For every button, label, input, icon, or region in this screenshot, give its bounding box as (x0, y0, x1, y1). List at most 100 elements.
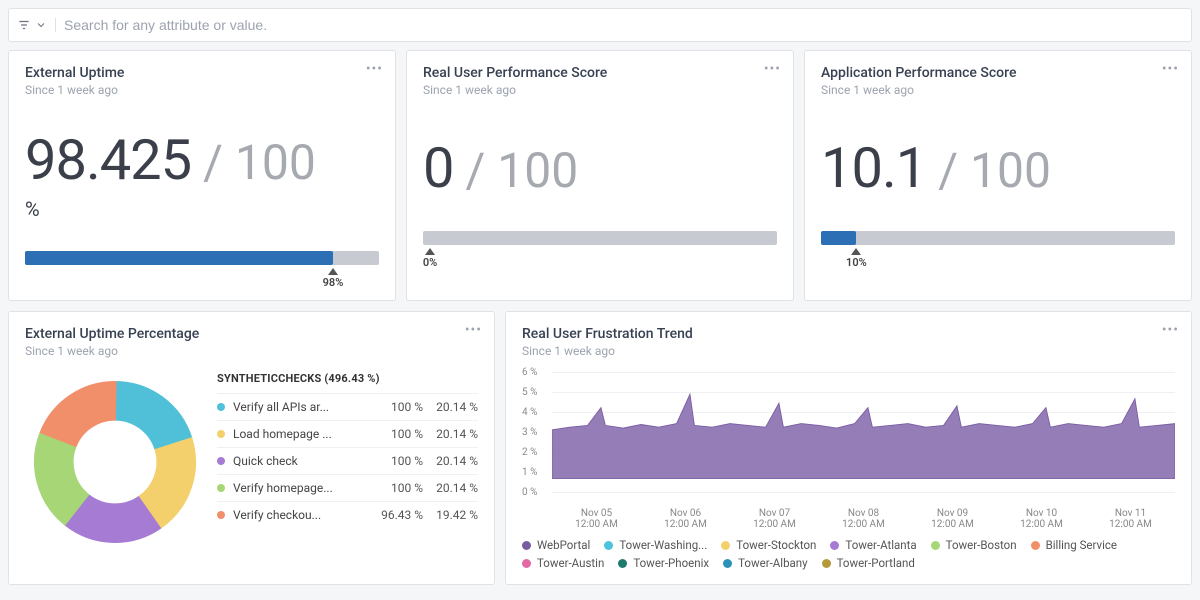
card-menu[interactable]: ••• (465, 322, 482, 338)
legend-dot (217, 403, 225, 411)
legend-row[interactable]: Quick check100 %20.14 % (217, 447, 478, 474)
trend-legend: WebPortal Tower-Washing... Tower-Stockton T… (522, 538, 1175, 570)
y-tick-label: 6 % (522, 367, 537, 378)
card-subtitle: Since 1 week ago (25, 83, 379, 97)
legend-value: 100 % (375, 454, 423, 468)
metric-divider: / (465, 142, 485, 199)
card-app-score: ••• Application Performance Score Since … (804, 50, 1192, 301)
marker-label: 98% (323, 276, 344, 289)
search-input[interactable] (64, 17, 1183, 33)
legend-name: Verify homepage... (233, 481, 375, 495)
legend-row[interactable]: Load homepage ...100 %20.14 % (217, 420, 478, 447)
legend-dot (217, 430, 225, 438)
legend-item[interactable]: Billing Service (1031, 538, 1117, 552)
legend-dot (723, 559, 732, 568)
legend-value: 100 % (375, 481, 423, 495)
card-title: Application Performance Score (821, 65, 1175, 81)
legend-dot (522, 559, 531, 568)
marker-icon (328, 268, 338, 275)
card-uptime-percentage: ••• External Uptime Percentage Since 1 w… (8, 311, 495, 585)
card-title: External Uptime Percentage (25, 326, 478, 342)
card-title: Real User Performance Score (423, 65, 777, 81)
card-subtitle: Since 1 week ago (821, 83, 1175, 97)
legend-value: 100 % (375, 427, 423, 441)
y-tick-label: 2 % (522, 447, 537, 458)
card-subtitle: Since 1 week ago (522, 344, 1175, 358)
progress-track (25, 251, 379, 265)
legend-item[interactable]: Tower-Austin (522, 556, 604, 570)
card-menu[interactable]: ••• (1162, 61, 1179, 77)
donut-chart (25, 372, 205, 552)
legend-share: 20.14 % (423, 400, 478, 414)
legend-share: 20.14 % (423, 481, 478, 495)
legend-name: Load homepage ... (233, 427, 375, 441)
legend-item[interactable]: Tower-Phoenix (618, 556, 709, 570)
metric-value: 10.1 (821, 135, 926, 201)
metric-denominator: 100 (235, 134, 316, 191)
card-title: External Uptime (25, 65, 379, 81)
card-subtitle: Since 1 week ago (423, 83, 777, 97)
x-tick-label: Nov 1112:00 AM (1109, 508, 1152, 530)
legend-label: Tower-Portland (837, 556, 915, 570)
legend-item[interactable]: Tower-Washing... (604, 538, 707, 552)
x-tick-label: Nov 0512:00 AM (575, 508, 618, 530)
legend-dot (217, 484, 225, 492)
legend-row[interactable]: Verify all APIs ar...100 %20.14 % (217, 393, 478, 420)
progress-fill (821, 231, 856, 245)
legend-item[interactable]: Tower-Portland (822, 556, 915, 570)
legend-item[interactable]: Tower-Atlanta (830, 538, 916, 552)
legend-item[interactable]: WebPortal (522, 538, 590, 552)
trend-chart: 0 %1 %2 %3 %4 %5 %6 % Nov 0512:00 AMNov … (522, 372, 1175, 512)
legend-label: Billing Service (1046, 538, 1117, 552)
legend-item[interactable]: Tower-Albany (723, 556, 807, 570)
legend-row[interactable]: Verify homepage...100 %20.14 % (217, 474, 478, 501)
marker-icon (851, 248, 861, 255)
card-external-uptime: ••• External Uptime Since 1 week ago 98.… (8, 50, 396, 301)
metric-divider: / (203, 134, 223, 191)
legend-share: 20.14 % (423, 454, 478, 468)
legend-dot (721, 541, 730, 550)
marker-icon (425, 248, 435, 255)
legend-label: Tower-Stockton (736, 538, 816, 552)
legend-label: Tower-Washing... (619, 538, 707, 552)
legend-item[interactable]: Tower-Stockton (721, 538, 816, 552)
legend-dot (604, 541, 613, 550)
legend-item[interactable]: Tower-Boston (931, 538, 1017, 552)
y-gridline: 0 % (552, 492, 1175, 493)
legend-share: 20.14 % (423, 427, 478, 441)
legend-name: Quick check (233, 454, 375, 468)
y-tick-label: 0 % (522, 487, 537, 498)
card-frustration-trend: ••• Real User Frustration Trend Since 1 … (505, 311, 1192, 585)
search-filter[interactable] (17, 18, 56, 32)
progress-track (821, 231, 1175, 245)
metric-unit: % (25, 197, 379, 221)
x-tick-label: Nov 0912:00 AM (931, 508, 974, 530)
legend-dot (822, 559, 831, 568)
legend-value: 96.43 % (375, 508, 423, 522)
legend-label: WebPortal (537, 538, 590, 552)
card-menu[interactable]: ••• (764, 61, 781, 77)
card-title: Real User Frustration Trend (522, 326, 1175, 342)
marker-label: 0% (423, 256, 437, 269)
card-menu[interactable]: ••• (1162, 322, 1179, 338)
legend-dot (217, 511, 225, 519)
marker-label: 10% (846, 256, 867, 269)
trend-area (552, 372, 1175, 479)
x-tick-label: Nov 0812:00 AM (842, 508, 885, 530)
donut-legend: SYNTHETICCHECKS (496.43 %) Verify all AP… (217, 372, 478, 552)
legend-label: Tower-Boston (946, 538, 1017, 552)
y-tick-label: 3 % (522, 427, 537, 438)
metric-value: 0 (423, 135, 453, 201)
legend-label: Tower-Albany (738, 556, 807, 570)
legend-label: Tower-Atlanta (845, 538, 916, 552)
metric-denominator: 100 (970, 142, 1051, 199)
card-menu[interactable]: ••• (366, 61, 383, 77)
card-subtitle: Since 1 week ago (25, 344, 478, 358)
metric-divider: / (938, 142, 958, 199)
legend-value: 100 % (375, 400, 423, 414)
x-tick-label: Nov 1012:00 AM (1020, 508, 1063, 530)
y-tick-label: 5 % (522, 387, 537, 398)
metric-denominator: 100 (497, 142, 578, 199)
x-tick-label: Nov 0612:00 AM (664, 508, 707, 530)
legend-row[interactable]: Verify checkou...96.43 %19.42 % (217, 501, 478, 528)
